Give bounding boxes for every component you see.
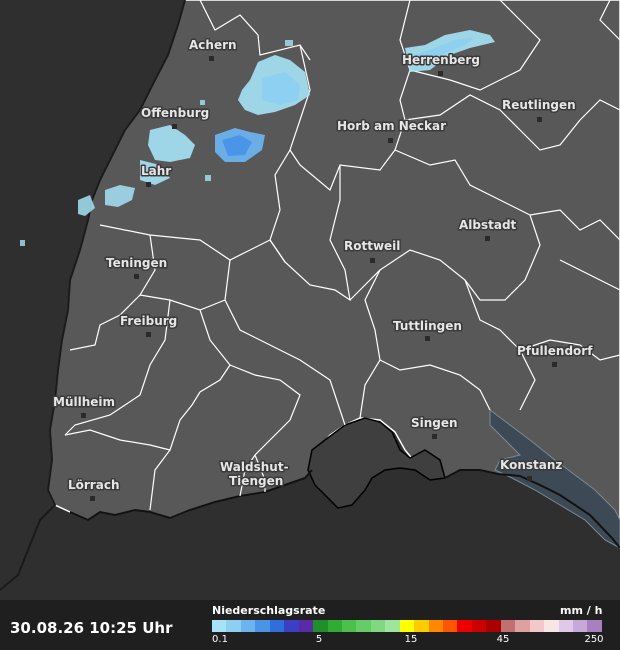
legend-swatch — [515, 620, 530, 632]
city-label-muellheim: Müllheim — [53, 395, 115, 409]
legend-swatch — [443, 620, 458, 632]
city-label-albstadt: Albstadt — [459, 218, 517, 232]
city-dot-singen — [432, 434, 437, 439]
city-label-loerrach: Lörrach — [68, 478, 119, 492]
legend-swatch — [500, 620, 516, 632]
city-dot-rottweil — [370, 258, 375, 263]
legend-swatch — [327, 620, 342, 632]
city-label-teningen: Teningen — [106, 256, 167, 270]
legend-swatch — [212, 620, 227, 632]
legend-swatch — [428, 620, 443, 632]
legend-swatch — [226, 620, 241, 632]
legend-swatch — [269, 620, 285, 632]
city-label-tuttlingen: Tuttlingen — [393, 319, 462, 333]
legend-swatch — [587, 620, 602, 632]
city-dot-reutlingen — [537, 117, 542, 122]
legend-tick-2: 15 — [404, 634, 418, 645]
legend-color-scale — [212, 620, 602, 632]
legend-swatch — [544, 620, 559, 632]
legend-swatch — [341, 620, 357, 632]
city-label-waldshut: Waldshut- Tiengen — [220, 460, 293, 488]
footer-bar: 30.08.26 10:25 Uhr Niederschlagsrate mm … — [0, 600, 620, 650]
legend-swatch — [370, 620, 386, 632]
city-label-waldshut-line1: Waldshut- — [220, 460, 289, 474]
city-dot-muellheim — [81, 413, 86, 418]
city-label-konstanz: Konstanz — [500, 458, 562, 472]
city-label-herrenberg: Herrenberg — [402, 53, 480, 67]
city-dot-horb — [388, 138, 393, 143]
timestamp: 30.08.26 10:25 Uhr — [10, 619, 173, 637]
city-label-offenburg: Offenburg — [141, 106, 209, 120]
city-label-pfullendorf: Pfullendorf — [517, 344, 593, 358]
city-dot-lahr — [146, 182, 151, 187]
legend-swatch — [414, 620, 429, 632]
legend-swatch — [313, 620, 328, 632]
city-dot-herrenberg — [438, 71, 443, 76]
city-dot-offenburg — [172, 124, 177, 129]
city-dot-loerrach — [90, 496, 95, 501]
city-label-singen: Singen — [411, 416, 458, 430]
city-dot-pfullendorf — [552, 362, 557, 367]
city-label-waldshut-line2: Tiengen — [229, 474, 283, 488]
city-label-horb: Horb am Neckar — [337, 119, 446, 133]
city-label-reutlingen: Reutlingen — [502, 98, 576, 112]
legend-title: Niederschlagsrate — [212, 604, 326, 617]
city-label-freiburg: Freiburg — [120, 314, 177, 328]
city-dot-freiburg — [146, 332, 151, 337]
legend-swatch — [457, 620, 472, 632]
city-label-lahr: Lahr — [141, 164, 171, 178]
city-label-rottweil: Rottweil — [344, 239, 400, 253]
legend-swatch — [558, 620, 573, 632]
legend-swatch — [298, 620, 314, 632]
legend-tick-1: 5 — [315, 634, 323, 645]
legend-swatch — [385, 620, 400, 632]
city-dot-teningen — [134, 274, 139, 279]
legend-tick-0: 0.1 — [212, 634, 228, 645]
city-dot-tuttlingen — [425, 336, 430, 341]
legend-swatch — [529, 620, 545, 632]
legend-swatch — [486, 620, 501, 632]
city-dot-achern — [209, 56, 214, 61]
legend-swatch — [284, 620, 299, 632]
legend-swatch — [572, 620, 588, 632]
legend-tick-4: 250 — [584, 634, 604, 645]
legend-swatch — [471, 620, 487, 632]
legend-tick-3: 45 — [496, 634, 510, 645]
legend-swatch — [399, 620, 415, 632]
legend-unit: mm / h — [560, 604, 603, 617]
legend-swatch — [240, 620, 256, 632]
city-dot-albstadt — [485, 236, 490, 241]
radar-map[interactable]: Achern Herrenberg Offenburg Reutlingen H… — [0, 0, 620, 600]
city-dot-konstanz — [527, 476, 532, 481]
legend-swatch — [255, 620, 270, 632]
legend-swatch — [356, 620, 371, 632]
city-label-achern: Achern — [189, 38, 237, 52]
